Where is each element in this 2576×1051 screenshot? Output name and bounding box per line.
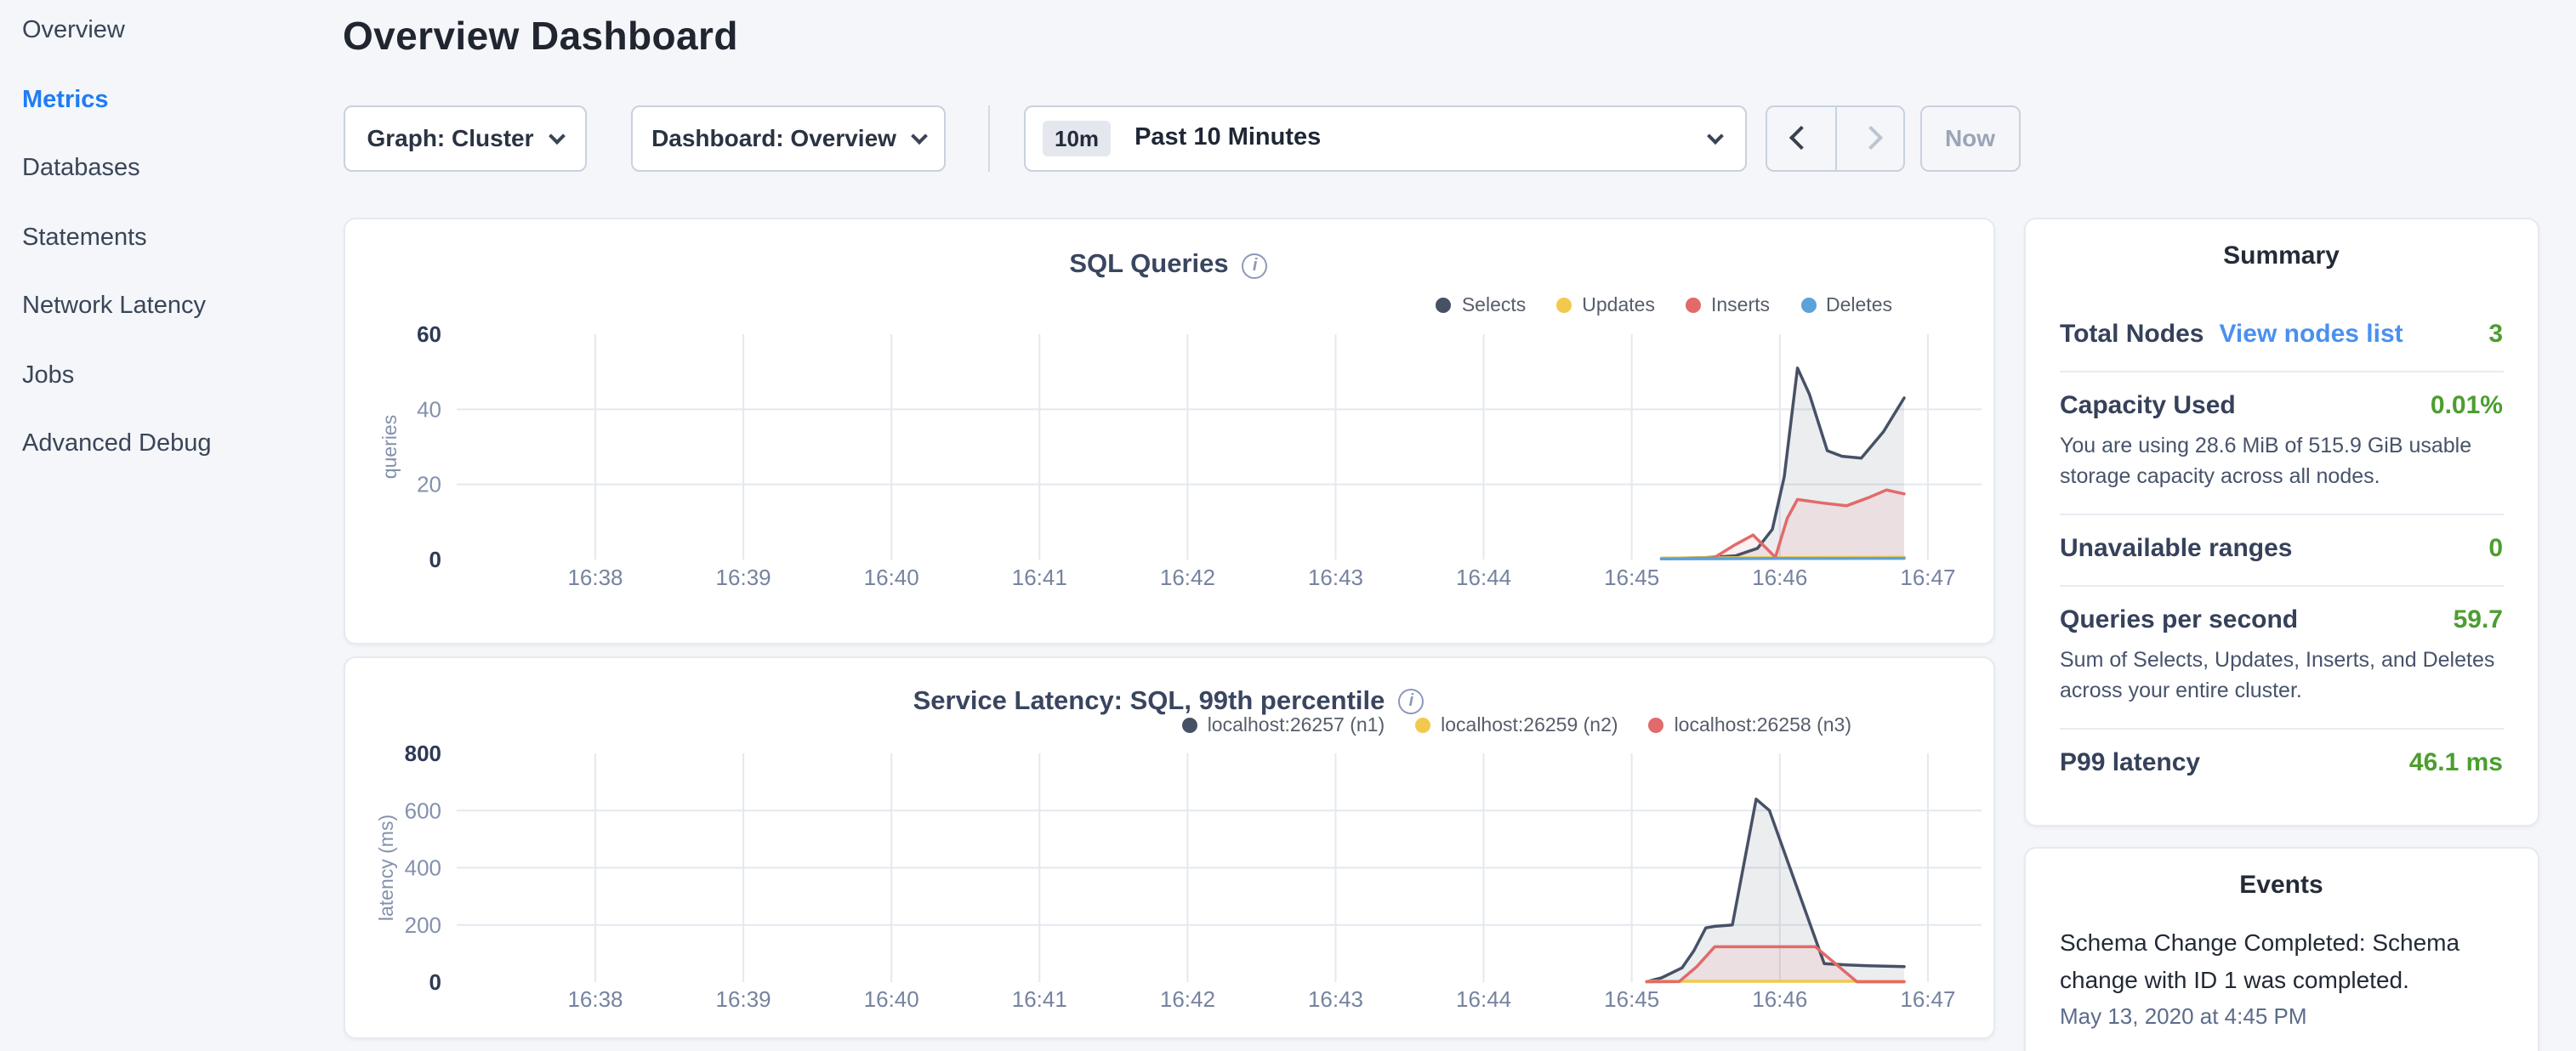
summary-row-value: 59.7 xyxy=(2454,605,2503,634)
dashboard-dropdown[interactable]: Dashboard: Overview xyxy=(631,105,946,171)
summary-row-label: Queries per second xyxy=(2060,605,2298,634)
sql-queries-chart-plot[interactable]: 16:38 16:39 16:40 16:41 16:42 16:43 16:44 16:45… xyxy=(344,219,1996,645)
summary-row-main: Total Nodes View nodes list 3 xyxy=(2060,319,2503,348)
chevron-down-icon xyxy=(1707,127,1724,144)
svg-text:20: 20 xyxy=(416,471,441,497)
svg-text:0: 0 xyxy=(429,969,441,994)
svg-text:16:47: 16:47 xyxy=(1899,986,1954,1011)
summary-row-label: Capacity Used xyxy=(2060,390,2236,419)
service-latency-chart-card: Service Latency: SQL, 99th percentile i … xyxy=(343,656,1994,1038)
summary-row-main: P99 latency 46.1 ms xyxy=(2060,748,2503,777)
summary-row-capacity-used: Capacity Used 0.01% You are using 28.6 MiB… xyxy=(2060,372,2503,515)
sidebar-item-databases[interactable]: Databases xyxy=(0,134,323,203)
svg-text:60: 60 xyxy=(416,321,441,346)
svg-text:16:42: 16:42 xyxy=(1159,986,1214,1011)
summary-row-main: Unavailable ranges 0 xyxy=(2060,534,2503,563)
time-range-dropdown[interactable]: 10m Past 10 Minutes xyxy=(1024,105,1747,171)
sidebar-item-metrics[interactable]: Metrics xyxy=(0,65,323,134)
event-timestamp: May 13, 2020 at 4:45 PM xyxy=(2060,1003,2503,1028)
summary-row-value: 46.1 ms xyxy=(2409,748,2503,777)
svg-text:16:43: 16:43 xyxy=(1307,986,1362,1011)
svg-text:16:44: 16:44 xyxy=(1455,986,1510,1011)
sidebar-item-statements[interactable]: Statements xyxy=(0,203,323,272)
svg-text:0: 0 xyxy=(429,546,441,571)
svg-text:16:38: 16:38 xyxy=(566,986,622,1011)
summary-rows: Total Nodes View nodes list 3 Capacity Used… xyxy=(2060,300,2503,799)
page-title: Overview Dashboard xyxy=(343,14,738,60)
svg-text:16:46: 16:46 xyxy=(1751,986,1806,1011)
time-range-badge: 10m xyxy=(1043,120,1111,156)
chevron-left-icon xyxy=(1789,126,1813,150)
sidebar-item-overview[interactable]: Overview xyxy=(0,0,323,65)
now-button[interactable]: Now xyxy=(1920,105,2020,171)
summary-row-value: 0.01% xyxy=(2431,390,2503,419)
graph-dropdown[interactable]: Graph: Cluster xyxy=(343,105,587,171)
time-prev-button[interactable] xyxy=(1767,106,1835,169)
svg-text:16:47: 16:47 xyxy=(1899,564,1954,589)
dashboard-dropdown-label: Dashboard: Overview xyxy=(651,124,896,151)
svg-text:16:40: 16:40 xyxy=(863,564,918,589)
sidebar-item-jobs[interactable]: Jobs xyxy=(0,341,323,410)
svg-text:16:45: 16:45 xyxy=(1603,564,1658,589)
app-screen: OverviewMetricsDatabasesStatementsNetwor… xyxy=(0,0,2576,1051)
svg-text:600: 600 xyxy=(404,797,441,822)
svg-text:16:41: 16:41 xyxy=(1011,986,1066,1011)
summary-row-main: Capacity Used 0.01% xyxy=(2060,390,2503,419)
event-message: Schema Change Completed: Schema change w… xyxy=(2060,923,2503,997)
chevron-down-icon xyxy=(549,127,566,144)
chevron-right-icon xyxy=(1858,126,1882,150)
summary-row-label: P99 latency xyxy=(2060,748,2200,777)
svg-text:16:39: 16:39 xyxy=(715,564,771,589)
sidebar-nav: OverviewMetricsDatabasesStatementsNetwor… xyxy=(0,0,323,479)
service-latency-chart-plot[interactable]: 16:38 16:39 16:40 16:41 16:42 16:43 16:44 16:45… xyxy=(344,657,1996,1040)
svg-text:16:41: 16:41 xyxy=(1011,564,1066,589)
summary-row-total-nodes: Total Nodes View nodes list 3 xyxy=(2060,300,2503,372)
sidebar-item-network-latency[interactable]: Network Latency xyxy=(0,272,323,341)
toolbar-divider xyxy=(988,105,990,171)
svg-text:400: 400 xyxy=(404,855,441,880)
svg-text:16:39: 16:39 xyxy=(715,986,771,1011)
summary-row-label: Total Nodes xyxy=(2060,319,2204,348)
sidebar-item-advanced-debug[interactable]: Advanced Debug xyxy=(0,410,323,479)
chevron-down-icon xyxy=(911,127,928,144)
time-range-label: Past 10 Minutes xyxy=(1134,124,1321,151)
events-panel: Events Schema Change Completed: Schema c… xyxy=(2024,846,2539,1051)
summary-panel: Summary Total Nodes View nodes list 3 Capac… xyxy=(2024,217,2539,827)
svg-text:16:38: 16:38 xyxy=(566,564,622,589)
view-nodes-list-link[interactable]: View nodes list xyxy=(2219,319,2403,348)
svg-text:800: 800 xyxy=(404,740,441,765)
summary-row-p99-latency: P99 latency 46.1 ms xyxy=(2060,730,2503,799)
summary-row-value: 0 xyxy=(2488,534,2503,563)
events-list: Schema Change Completed: Schema change w… xyxy=(2026,923,2537,1028)
summary-row-queries-per-second: Queries per second 59.7 Sum of Selects, Up… xyxy=(2060,587,2503,730)
events-title: Events xyxy=(2026,848,2537,899)
svg-text:16:43: 16:43 xyxy=(1307,564,1362,589)
svg-text:latency (ms): latency (ms) xyxy=(374,814,396,920)
svg-text:16:45: 16:45 xyxy=(1603,986,1658,1011)
summary-row-unavailable-ranges: Unavailable ranges 0 xyxy=(2060,515,2503,587)
toolbar: Graph: Cluster Dashboard: Overview 10m P… xyxy=(343,105,2020,171)
svg-text:16:40: 16:40 xyxy=(863,986,918,1011)
event-list-item[interactable]: Schema Change Completed: Schema change w… xyxy=(2060,923,2503,1028)
svg-text:16:42: 16:42 xyxy=(1159,564,1214,589)
svg-text:200: 200 xyxy=(404,912,441,937)
summary-title: Summary xyxy=(2026,219,2537,270)
summary-row-label: Unavailable ranges xyxy=(2060,534,2292,563)
svg-text:16:46: 16:46 xyxy=(1751,564,1806,589)
svg-text:16:44: 16:44 xyxy=(1455,564,1510,589)
graph-dropdown-label: Graph: Cluster xyxy=(367,124,533,151)
time-step-buttons xyxy=(1766,105,1905,171)
svg-text:40: 40 xyxy=(416,395,441,421)
summary-row-value: 3 xyxy=(2488,319,2503,348)
time-next-button[interactable] xyxy=(1835,106,1903,169)
summary-row-subtext: You are using 28.6 MiB of 515.9 GiB usab… xyxy=(2060,429,2503,491)
summary-row-main: Queries per second 59.7 xyxy=(2060,605,2503,634)
sql-queries-chart-card: SQL Queries i SelectsUpdatesInsertsDelet… xyxy=(343,217,1994,644)
summary-row-subtext: Sum of Selects, Updates, Inserts, and De… xyxy=(2060,645,2503,707)
svg-text:queries: queries xyxy=(378,414,400,478)
